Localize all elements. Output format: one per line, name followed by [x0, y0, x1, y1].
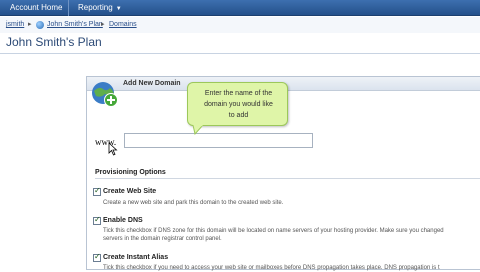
globe-icon: [36, 21, 44, 29]
page-title: John Smith's Plan: [6, 35, 102, 49]
breadcrumb: jsmith ▸ John Smith's Plan ▸ Domains: [0, 17, 480, 33]
tooltip-line-3: to add: [228, 112, 249, 119]
create-instant-alias-checkbox[interactable]: [93, 252, 101, 262]
tooltip-pointer: [192, 125, 204, 135]
add-domain-globe-icon: [92, 82, 118, 107]
panel-header-title: Add New Domain: [123, 80, 181, 87]
chevron-down-icon: ▼: [115, 6, 122, 12]
mouse-pointer-icon: [108, 142, 118, 156]
domain-hint-tooltip: Enter the name of the domain you would l…: [187, 82, 288, 126]
tooltip-line-2: domain you would like: [204, 101, 273, 108]
enable-dns-description: Tick this checkbox if DNS zone for this …: [103, 228, 444, 234]
enable-dns-checkbox[interactable]: [93, 215, 101, 225]
breadcrumb-user-link[interactable]: jsmith: [6, 21, 24, 28]
create-web-site-label: Create Web Site: [103, 188, 157, 195]
create-instant-alias-description: Tick this checkbox if you need to access…: [103, 265, 440, 271]
enable-dns-label: Enable DNS: [103, 217, 143, 224]
enable-dns-description-line2: servers in the domain registrar control …: [103, 236, 222, 242]
reporting-label: Reporting: [78, 3, 113, 12]
top-navigation-bar: Account Home Reporting ▼: [0, 0, 480, 16]
tooltip-text: Enter the name of the domain you would l…: [188, 88, 289, 121]
title-divider: [0, 53, 480, 54]
account-home-label: Account Home: [10, 3, 63, 12]
breadcrumb-domains-link[interactable]: Domains: [109, 21, 137, 28]
create-web-site-description: Create a new web site and park this doma…: [103, 200, 284, 206]
section-divider: [95, 178, 480, 179]
breadcrumb-separator-icon: ▸: [28, 21, 32, 28]
breadcrumb-plan-link[interactable]: John Smith's Plan: [47, 21, 103, 28]
domain-name-input[interactable]: [124, 133, 313, 148]
tooltip-line-1: Enter the name of the: [204, 90, 273, 97]
create-instant-alias-label: Create Instant Alias: [103, 254, 169, 261]
breadcrumb-separator-icon: ▸: [101, 21, 105, 28]
reporting-tab[interactable]: Reporting ▼: [72, 0, 128, 16]
provisioning-options-title: Provisioning Options: [95, 169, 166, 176]
account-home-tab[interactable]: Account Home: [4, 0, 70, 16]
create-web-site-checkbox[interactable]: [93, 186, 101, 196]
